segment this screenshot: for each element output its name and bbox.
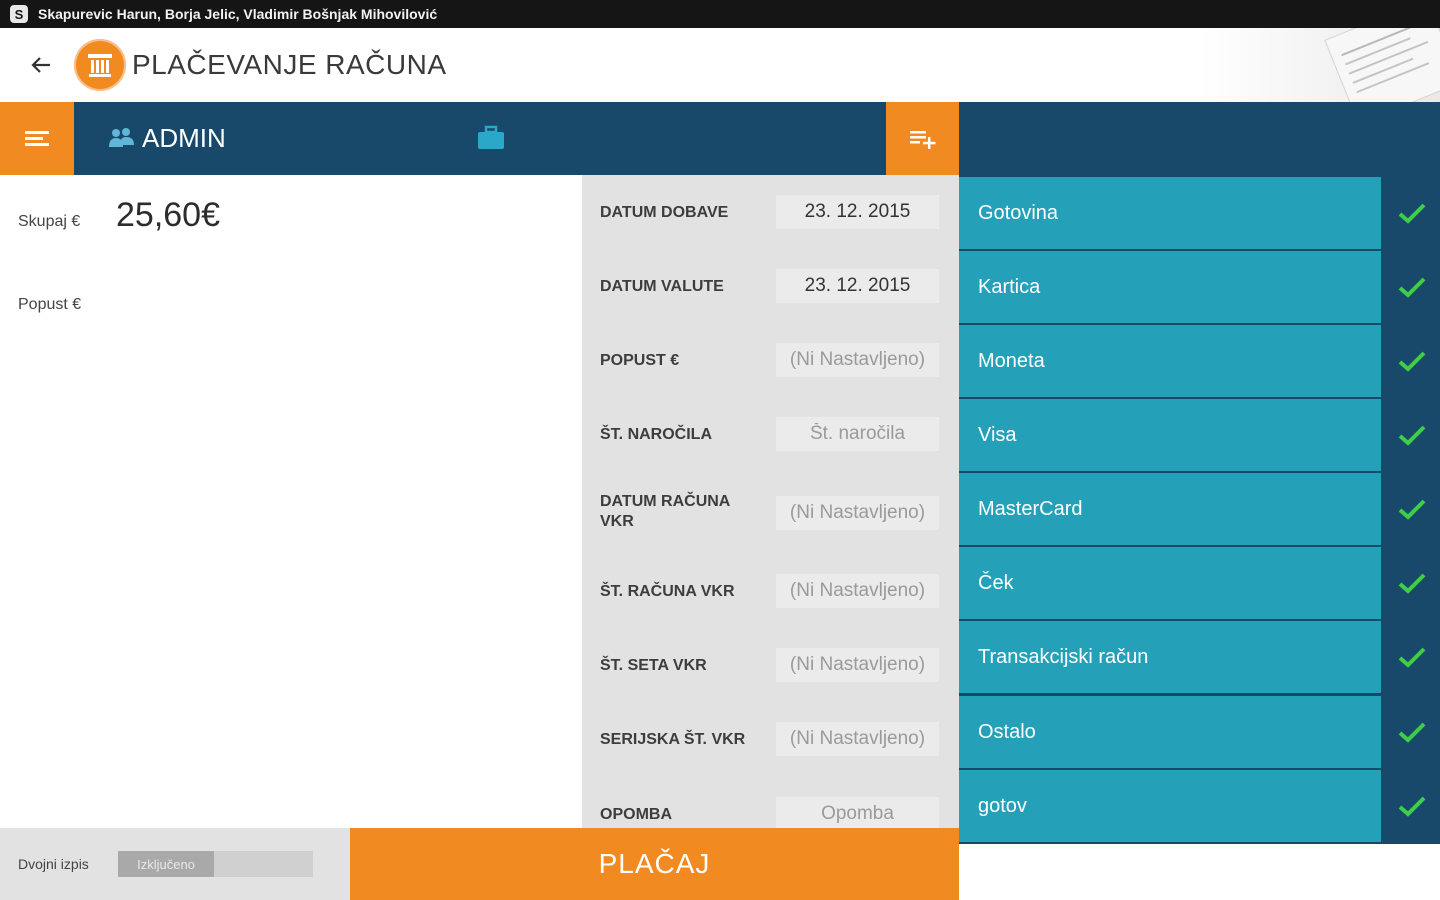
empty-area xyxy=(959,844,1440,900)
payment-method-moneta[interactable]: Moneta xyxy=(959,325,1381,397)
menu-icon xyxy=(25,130,49,146)
back-button[interactable] xyxy=(28,52,54,78)
payment-check-toggle[interactable] xyxy=(1384,696,1440,768)
field-label: ŠT. NAROČILA xyxy=(600,426,712,443)
total-label: Skupaj € xyxy=(18,213,81,230)
checkmark-icon xyxy=(1398,425,1426,446)
discount-field[interactable] xyxy=(776,343,939,377)
field-label: POPUST € xyxy=(600,352,680,369)
field-label: DATUM VALUTE xyxy=(600,278,724,295)
payment-check-toggle[interactable] xyxy=(1384,399,1440,471)
payment-check-toggle[interactable] xyxy=(1384,177,1440,249)
page-title: PLAČEVANJE RAČUNA xyxy=(132,49,447,80)
field-label: SERIJSKA ŠT. VKR xyxy=(600,731,746,748)
vkr-invoice-date-field[interactable] xyxy=(776,496,939,530)
payment-method-mastercard[interactable]: MasterCard xyxy=(959,473,1381,545)
checkmark-icon xyxy=(1398,203,1426,224)
payment-method-visa[interactable]: Visa xyxy=(959,399,1381,471)
field-label: ŠT. SETA VKR xyxy=(600,657,707,674)
due-date-field[interactable] xyxy=(776,269,939,303)
back-arrow-icon xyxy=(31,57,50,73)
status-bar-text: Skapurevic Harun, Borja Jelic, Vladimir … xyxy=(38,6,438,22)
payment-check-toggle[interactable] xyxy=(1384,547,1440,619)
dual-print-toggle-state[interactable]: Izključeno xyxy=(118,851,214,877)
add-to-list-button[interactable] xyxy=(886,102,959,175)
vkr-set-number-field[interactable] xyxy=(776,648,939,682)
order-number-field[interactable] xyxy=(776,417,939,451)
payment-method-item: Kartica xyxy=(959,251,1440,323)
note-field[interactable] xyxy=(776,797,939,828)
playlist-add-icon xyxy=(909,130,935,149)
field-label: OPOMBA xyxy=(600,806,672,823)
field-label: ŠT. RAČUNA VKR xyxy=(600,583,735,600)
delivery-date-field[interactable] xyxy=(776,195,939,229)
status-bar: S Skapurevic Harun, Borja Jelic, Vladimi… xyxy=(0,0,1440,28)
payment-method-transakcijski-racun[interactable]: Transakcijski račun xyxy=(959,621,1381,693)
payment-method-item: gotov xyxy=(959,770,1440,842)
checkmark-icon xyxy=(1398,796,1426,817)
payment-check-toggle[interactable] xyxy=(1384,325,1440,397)
discount-label: Popust € xyxy=(18,296,82,313)
user-label: ADMIN xyxy=(142,123,226,153)
payment-method-ostalo[interactable]: Ostalo xyxy=(959,696,1381,768)
receipt-decoration xyxy=(1200,28,1440,102)
checkmark-icon xyxy=(1398,277,1426,298)
payment-check-toggle[interactable] xyxy=(1384,473,1440,545)
payment-check-toggle[interactable] xyxy=(1384,621,1440,693)
payment-method-item: Ostalo xyxy=(959,696,1440,768)
payment-method-item: Ček xyxy=(959,547,1440,619)
payment-check-toggle[interactable] xyxy=(1384,770,1440,842)
briefcase-icon xyxy=(478,125,504,149)
users-group-icon xyxy=(109,127,134,147)
payment-check-toggle[interactable] xyxy=(1384,251,1440,323)
bank-building-icon xyxy=(88,54,112,77)
checkmark-icon xyxy=(1398,722,1426,743)
checkmark-icon xyxy=(1398,573,1426,594)
payment-method-item: Moneta xyxy=(959,325,1440,397)
checkmark-icon xyxy=(1398,499,1426,520)
field-label: DATUM RAČUNA VKR xyxy=(600,493,730,530)
field-label: DATUM DOBAVE xyxy=(600,204,729,221)
checkmark-icon xyxy=(1398,647,1426,668)
dual-print-label: Dvojni izpis xyxy=(18,856,89,872)
vkr-invoice-number-field[interactable] xyxy=(776,574,939,608)
total-value: 25,60€ xyxy=(116,196,220,234)
menu-button[interactable] xyxy=(0,102,74,175)
briefcase-button[interactable] xyxy=(476,124,506,152)
payment-method-item: Gotovina xyxy=(959,177,1440,249)
payment-method-gotovina[interactable]: Gotovina xyxy=(959,177,1381,249)
vkr-serial-number-field[interactable] xyxy=(776,722,939,756)
app-logo xyxy=(74,39,126,91)
pay-button[interactable]: PLAČAJ xyxy=(350,828,959,900)
payment-method-gotov[interactable]: gotov xyxy=(959,770,1381,842)
user-indicator: ADMIN xyxy=(108,102,226,175)
payment-method-item: Visa xyxy=(959,399,1440,471)
checkmark-icon xyxy=(1398,351,1426,372)
payment-method-cek[interactable]: Ček xyxy=(959,547,1381,619)
skype-icon: S xyxy=(10,5,28,23)
summary-panel xyxy=(0,175,582,828)
payment-method-item: MasterCard xyxy=(959,473,1440,545)
payment-method-item: Transakcijski račun xyxy=(959,621,1440,693)
payment-method-kartica[interactable]: Kartica xyxy=(959,251,1381,323)
invoice-details-form: DATUM DOBAVE DATUM VALUTE POPUST € ŠT. N… xyxy=(582,175,959,828)
